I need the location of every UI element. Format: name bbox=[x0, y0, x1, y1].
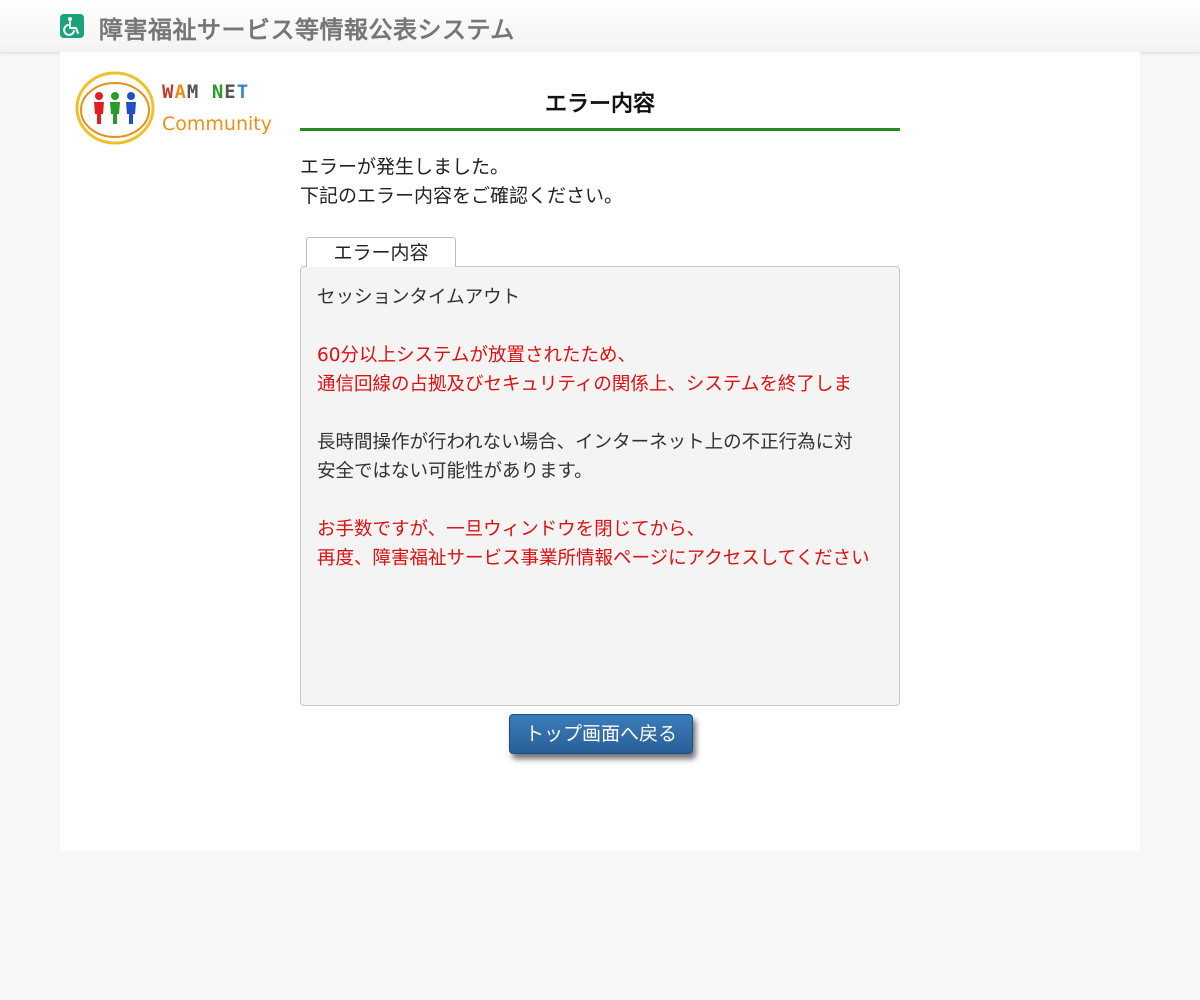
intro-line: エラーが発生しました。 bbox=[300, 156, 510, 178]
logo-letter bbox=[199, 81, 211, 103]
error-line: 60分以上システムが放置されたため、 bbox=[317, 345, 636, 366]
wheelchair-icon bbox=[60, 14, 84, 38]
intro-message: エラーが発生しました。 下記のエラー内容をご確認ください。 bbox=[300, 153, 623, 211]
page-title: エラー内容 bbox=[544, 92, 655, 117]
logo-subtitle: Community bbox=[162, 113, 272, 135]
error-line: 長時間操作が行われない場合、インターネット上の不正行為に対 bbox=[317, 432, 853, 453]
logo-letter: E bbox=[224, 81, 237, 103]
title-divider bbox=[300, 128, 900, 131]
logo-brand: WAM NET bbox=[162, 81, 249, 103]
intro-line: 下記のエラー内容をご確認ください。 bbox=[300, 185, 624, 207]
logo-letter: N bbox=[211, 81, 225, 103]
app-header: 障害福祉サービス等情報公表システム bbox=[0, 0, 1200, 53]
error-heading: セッションタイムアウト bbox=[317, 287, 521, 308]
logo-letter: A bbox=[174, 81, 187, 103]
logo-letter: M bbox=[186, 81, 200, 103]
app-title: 障害福祉サービス等情報公表システム bbox=[99, 16, 515, 44]
error-details-box: セッションタイムアウト 60分以上システムが放置されたため、 通信回線の占拠及び… bbox=[300, 266, 900, 706]
logo-letter: W bbox=[162, 81, 175, 103]
logo-letter: T bbox=[236, 81, 250, 103]
error-line: お手数ですが、一旦ウィンドウを閉じてから、 bbox=[317, 519, 706, 540]
error-line: 通信回線の占拠及びセキュリティの関係上、システムを終了しま bbox=[317, 374, 852, 395]
error-line: 再度、障害福祉サービス事業所情報ページにアクセスしてください bbox=[317, 548, 870, 569]
error-details-content: セッションタイムアウト 60分以上システムが放置されたため、 通信回線の占拠及び… bbox=[317, 283, 899, 573]
error-line: 安全ではない可能性があります。 bbox=[317, 461, 593, 482]
back-to-top-button[interactable]: トップ画面へ戻る bbox=[509, 714, 693, 754]
tab-error-details: エラー内容 bbox=[306, 237, 456, 267]
